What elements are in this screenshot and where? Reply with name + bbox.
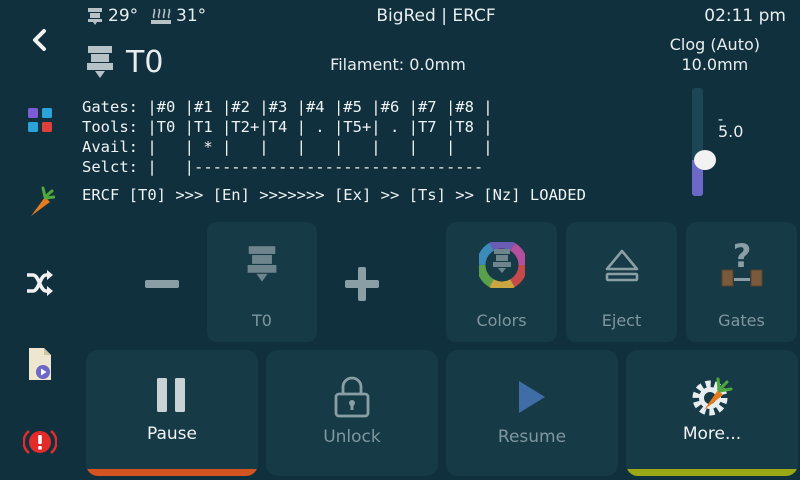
eject-button[interactable]: Eject xyxy=(566,222,677,342)
extruder-icon xyxy=(247,246,277,282)
svg-text:?: ? xyxy=(732,240,751,275)
colors-button[interactable]: Colors xyxy=(446,222,557,342)
printer-title: BigRed | ERCF xyxy=(376,6,496,26)
eject-label: Eject xyxy=(601,311,642,330)
extruder-icon xyxy=(87,46,113,78)
unlock-button[interactable]: Unlock xyxy=(266,350,438,476)
clog-slider-value: 5.0 xyxy=(718,122,744,141)
previous-tool-button[interactable] xyxy=(140,264,184,304)
eject-icon xyxy=(605,249,638,282)
tool-button-label: T0 xyxy=(252,311,272,330)
avail-row: Avail: | | * | | | | | | | | xyxy=(82,138,493,156)
unlock-icon xyxy=(334,376,370,418)
gates-button[interactable]: ? Gates xyxy=(686,222,797,342)
minus-icon xyxy=(145,280,179,288)
carrot-icon[interactable] xyxy=(18,180,62,224)
more-accent-bar xyxy=(626,469,798,476)
tool-button[interactable]: T0 xyxy=(207,222,317,342)
shuffle-icon[interactable] xyxy=(18,261,62,305)
play-icon xyxy=(519,381,545,413)
gates-question-icon: ? xyxy=(721,240,762,287)
emergency-stop-icon[interactable] xyxy=(18,420,62,464)
clog-label: Clog (Auto) xyxy=(669,35,760,54)
more-button[interactable]: More... xyxy=(626,350,798,476)
back-icon[interactable] xyxy=(18,18,62,62)
color-wheel-icon xyxy=(478,242,525,288)
current-tool: T0 xyxy=(82,44,163,80)
status-bar: 29° 31° BigRed | ERCF 02:11 pm xyxy=(86,6,786,28)
ercf-status-line: ERCF [T0] >>> [En] >>>>>>> [Ex] >> [Ts] … xyxy=(82,186,586,204)
resume-button[interactable]: Resume xyxy=(446,350,618,476)
more-label: More... xyxy=(682,424,742,444)
pause-accent-bar xyxy=(86,469,258,476)
tool-name: T0 xyxy=(126,44,164,80)
clock: 02:11 pm xyxy=(704,6,786,26)
pause-label: Pause xyxy=(147,424,197,444)
clog-value: 10.0mm xyxy=(681,55,749,74)
clog-detection: Clog (Auto) 10.0mm xyxy=(670,35,760,75)
pause-icon xyxy=(157,378,185,412)
resume-label: Resume xyxy=(497,427,567,447)
gates-label: Gates xyxy=(718,311,765,330)
dashboard-icon[interactable] xyxy=(18,98,62,142)
clog-slider-knob[interactable] xyxy=(694,150,716,170)
gear-carrot-icon xyxy=(692,377,733,416)
filament-position: Filament: 0.0mm xyxy=(330,55,466,74)
plus-icon xyxy=(345,267,379,301)
tools-row: Tools: |T0 |T1 |T2+|T4 | . |T5+| . |T7 |… xyxy=(82,118,493,136)
pause-button[interactable]: Pause xyxy=(86,350,258,476)
next-tool-button[interactable] xyxy=(340,262,384,306)
gates-row: Gates: |#0 |#1 |#2 |#3 |#4 |#5 |#6 |#7 |… xyxy=(82,98,493,116)
unlock-label: Unlock xyxy=(323,427,381,447)
selct-row: Selct: | |------------------------------… xyxy=(82,158,484,176)
colors-label: Colors xyxy=(476,311,527,330)
file-play-icon[interactable] xyxy=(18,342,62,386)
